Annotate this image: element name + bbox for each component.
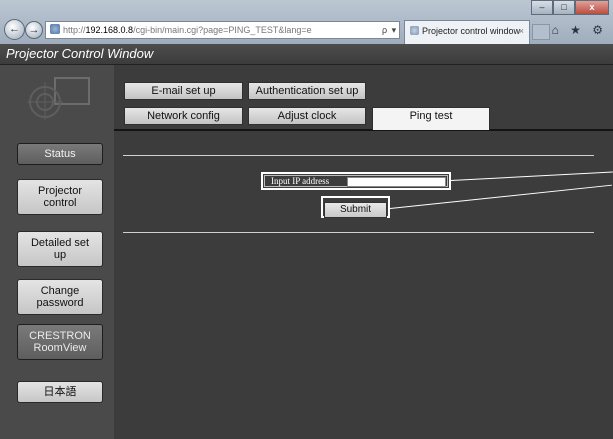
close-window-button[interactable]: x [575, 0, 609, 15]
toolbar-icons[interactable]: ⌂ ★ ⚙ [552, 23, 607, 37]
sidebar-item-detailed-set-up[interactable]: Detailed set up [17, 231, 103, 267]
page-title: Projector Control Window [6, 46, 154, 61]
sidebar: Status Projector control Detailed set up… [0, 65, 114, 439]
forward-button[interactable]: → [25, 21, 43, 39]
submit-callout-frame: Submit [321, 196, 390, 218]
new-tab-button[interactable] [532, 24, 550, 40]
ip-address-callout-frame: Input IP address [261, 172, 451, 190]
maximize-button[interactable]: □ [553, 0, 575, 15]
url-path: /cgi-bin/main.cgi?page=PING_TEST&lang=e [133, 25, 312, 35]
url-host: 192.168.0.8 [85, 25, 134, 35]
browser-tab[interactable]: Projector control window × [404, 20, 530, 44]
sidebar-item-crestron-roomview[interactable]: CRESTRON RoomView [17, 324, 103, 360]
page: Projector Control Window Status Projecto… [0, 44, 613, 439]
back-arrow-icon: ← [9, 23, 20, 35]
logo-icon [27, 77, 90, 120]
browser-tab-title: Projector control window [422, 26, 521, 36]
ip-address-callout-line [451, 171, 613, 181]
sidebar-item-label: Detailed set up [30, 237, 90, 261]
tab-strip-divider [114, 129, 613, 131]
ip-address-row: Input IP address [264, 175, 448, 187]
divider-bottom [123, 232, 594, 233]
tab-ping-test[interactable]: Ping test [372, 107, 490, 130]
sidebar-item-label: 日本語 [43, 386, 77, 398]
tab-email-set-up[interactable]: E-mail set up [124, 82, 243, 100]
tab-close-icon[interactable]: × [519, 21, 524, 41]
ip-address-label: Input IP address [271, 176, 330, 186]
window-controls: – □ x [531, 0, 609, 16]
address-bar[interactable]: http://192.168.0.8/cgi-bin/main.cgi?page… [45, 21, 400, 39]
sidebar-item-label: CRESTRON RoomView [29, 330, 91, 354]
minimize-button[interactable]: – [531, 0, 553, 15]
tab-favicon-icon [410, 26, 419, 35]
submit-button[interactable]: Submit [324, 202, 387, 218]
page-favicon-icon [50, 24, 60, 34]
address-bar-tools-icon[interactable]: ρ ▾ ≧ ♂ ✕ [382, 22, 399, 38]
tab-network-config[interactable]: Network config [124, 107, 243, 125]
sidebar-item-status[interactable]: Status [17, 143, 103, 165]
sidebar-item-label: Projector control [37, 185, 83, 209]
title-bar: Projector Control Window [0, 44, 613, 65]
tab-authentication-set-up[interactable]: Authentication set up [248, 82, 366, 100]
url-prefix: http:// [63, 25, 86, 35]
forward-arrow-icon: → [28, 24, 40, 36]
ip-address-input[interactable] [347, 177, 446, 187]
tab-adjust-clock[interactable]: Adjust clock [248, 107, 366, 125]
main-content: E-mail set up Authentication set up Netw… [114, 65, 613, 439]
browser-chrome: ← → http://192.168.0.8/cgi-bin/main.cgi?… [0, 0, 613, 45]
divider-top [123, 155, 594, 156]
sidebar-item-label: Status [44, 148, 76, 160]
back-button[interactable]: ← [4, 19, 25, 40]
sidebar-item-japanese[interactable]: 日本語 [17, 381, 103, 403]
sidebar-item-label: Change password [36, 285, 84, 309]
sidebar-item-projector-control[interactable]: Projector control [17, 179, 103, 215]
sidebar-item-change-password[interactable]: Change password [17, 279, 103, 315]
